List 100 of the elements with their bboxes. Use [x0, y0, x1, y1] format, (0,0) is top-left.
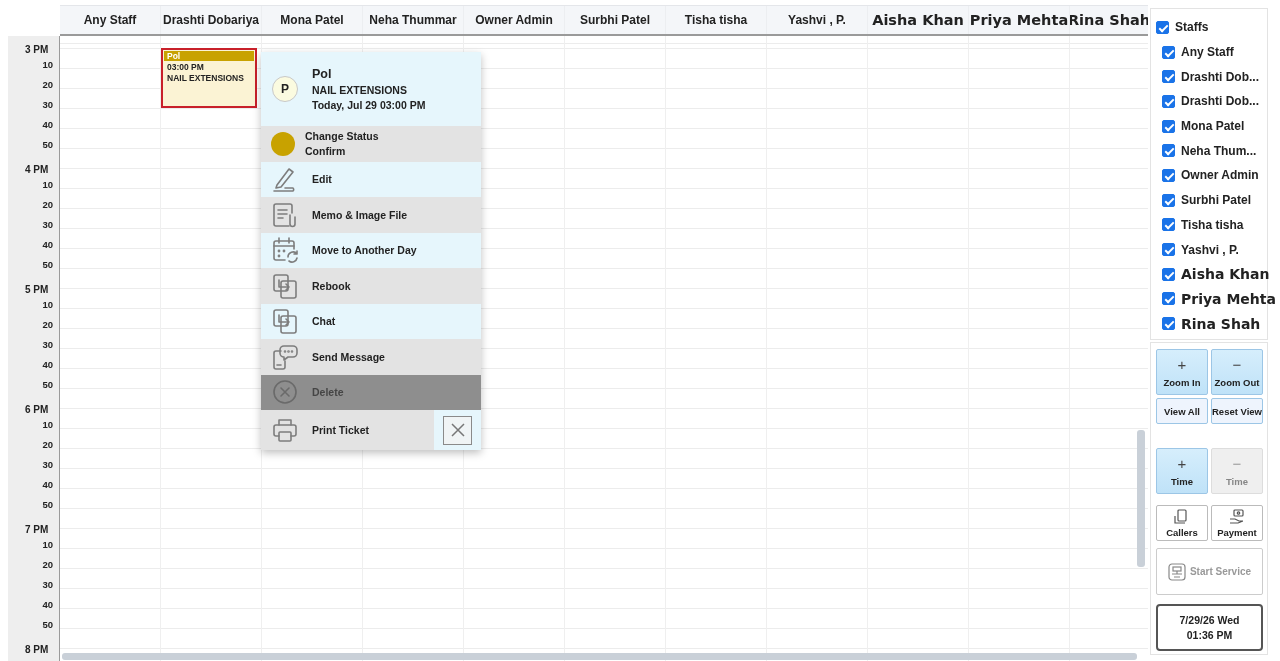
staff-column-header: Neha Thummar — [363, 6, 464, 34]
minute-label: 40 — [42, 238, 53, 252]
time-button[interactable]: + Time — [1156, 448, 1208, 494]
minute-label: 30 — [42, 338, 53, 352]
view-button[interactable]: View All — [1156, 398, 1208, 424]
phone-icon — [1174, 508, 1190, 525]
menu-item[interactable]: Send Message — [261, 339, 481, 375]
menu-item[interactable]: Chat — [261, 303, 481, 339]
staff-option[interactable]: Yashvi , P. — [1181, 242, 1239, 257]
minute-label: 20 — [42, 78, 53, 92]
swap-icon — [271, 271, 299, 300]
appointment-time: Today, Jul 29 03:00 PM — [312, 99, 426, 111]
hour-label: 4 PM — [25, 163, 49, 177]
minute-label: 40 — [42, 118, 53, 132]
status-value: Confirm — [305, 145, 347, 158]
staff-column-header: Any Staff — [60, 6, 161, 34]
tool-button[interactable]: Callers — [1156, 505, 1208, 541]
hour-label: 7 PM — [25, 523, 49, 537]
menu-item[interactable]: Memo & Image File — [261, 197, 481, 233]
staff-option[interactable]: Any Staff — [1181, 45, 1234, 60]
time-text: 01:36 PM — [1186, 629, 1233, 641]
staff-option[interactable]: Drashti Dob... — [1181, 69, 1259, 84]
minute-label: 20 — [42, 558, 53, 572]
checkbox[interactable] — [1162, 70, 1175, 84]
minute-label: 40 — [42, 358, 53, 372]
filter-title: Staffs — [1175, 20, 1209, 35]
hour-label: 5 PM — [25, 283, 49, 297]
view-button[interactable]: Reset View — [1211, 398, 1263, 424]
minute-label: 50 — [42, 138, 53, 152]
checkbox[interactable] — [1162, 168, 1175, 182]
close-button[interactable] — [443, 415, 472, 445]
client-avatar: P — [272, 76, 298, 102]
minute-label: 50 — [42, 618, 53, 632]
checkbox[interactable] — [1162, 218, 1175, 232]
payment-icon — [1229, 508, 1245, 525]
zoom-button[interactable]: + Zoom In — [1156, 349, 1208, 395]
menu-item[interactable]: Move to Another Day — [261, 232, 481, 268]
minute-label: 40 — [42, 598, 53, 612]
staff-option[interactable]: Neha Thum... — [1181, 143, 1257, 158]
register-icon — [1167, 562, 1186, 581]
zoom-button[interactable]: − Zoom Out — [1211, 349, 1263, 395]
document-icon — [271, 200, 299, 229]
staff-column-header: Mona Patel — [262, 6, 363, 34]
checkbox[interactable] — [1162, 267, 1175, 281]
staff-option[interactable]: Priya Mehta — [1181, 290, 1276, 307]
minute-label: 30 — [42, 98, 53, 112]
hour-label: 3 PM — [25, 43, 49, 57]
tool-button[interactable]: Payment — [1211, 505, 1263, 541]
checkbox[interactable] — [1162, 193, 1175, 207]
menu-item[interactable]: Print Ticket — [261, 410, 434, 450]
service-name: NAIL EXTENSIONS — [312, 84, 408, 96]
message-icon — [271, 342, 299, 371]
menu-label: Change Status — [305, 130, 379, 143]
minute-label: 20 — [42, 438, 53, 452]
staff-column-header: Tisha tisha — [666, 6, 767, 34]
minute-label: 50 — [42, 378, 53, 392]
checkbox[interactable] — [1162, 243, 1175, 257]
staff-option[interactable]: Rina Shah — [1181, 315, 1261, 332]
minute-label: 50 — [42, 498, 53, 512]
staff-column-header: Yashvi , P. — [767, 6, 868, 34]
checkbox[interactable] — [1162, 144, 1175, 158]
printer-icon — [271, 416, 299, 444]
staff-option[interactable]: Owner Admin — [1181, 168, 1259, 183]
close-icon — [449, 422, 466, 438]
minute-label: 20 — [42, 318, 53, 332]
staff-column-header: Aisha Khan — [868, 6, 969, 34]
date-text: 7/29/26 Wed — [1179, 614, 1240, 626]
menu-item[interactable]: Rebook — [261, 268, 481, 304]
staff-column-header: Priya Mehta — [969, 6, 1070, 34]
swap-icon — [271, 307, 299, 336]
checkbox[interactable] — [1162, 94, 1175, 108]
checkbox[interactable] — [1162, 317, 1175, 331]
minute-label: 10 — [42, 538, 53, 552]
staff-column-header: Surbhi Patel — [565, 6, 666, 34]
hour-label: 6 PM — [25, 403, 49, 417]
staff-option[interactable]: Mona Patel — [1181, 119, 1245, 134]
minute-label: 20 — [42, 198, 53, 212]
minute-label: 10 — [42, 178, 53, 192]
staff-option[interactable]: Tisha tisha — [1181, 217, 1244, 232]
staff-column-header: Owner Admin — [464, 6, 565, 34]
staff-option[interactable]: Surbhi Patel — [1181, 193, 1251, 208]
vertical-scrollbar[interactable] — [1137, 430, 1145, 567]
checkbox[interactable] — [1162, 292, 1175, 306]
minute-label: 10 — [42, 418, 53, 432]
minute-label: 30 — [42, 218, 53, 232]
minute-label: 50 — [42, 258, 53, 272]
calendar-icon — [271, 236, 299, 265]
checkbox[interactable] — [1162, 45, 1175, 59]
minute-label: 30 — [42, 458, 53, 472]
menu-item[interactable]: Change Status Confirm — [261, 126, 481, 162]
checkbox[interactable] — [1162, 119, 1175, 133]
staff-option[interactable]: Drashti Dob... — [1181, 94, 1259, 109]
menu-item[interactable]: Edit — [261, 161, 481, 197]
minute-label: 10 — [42, 58, 53, 72]
staff-option[interactable]: Aisha Khan — [1181, 266, 1270, 283]
checkbox[interactable] — [1156, 20, 1169, 34]
appointment-block[interactable]: Pol 03:00 PM NAIL EXTENSIONS — [161, 48, 257, 108]
horizontal-scrollbar[interactable] — [62, 653, 1137, 660]
client-name: Pol — [312, 67, 333, 81]
minute-label: 30 — [42, 578, 53, 592]
